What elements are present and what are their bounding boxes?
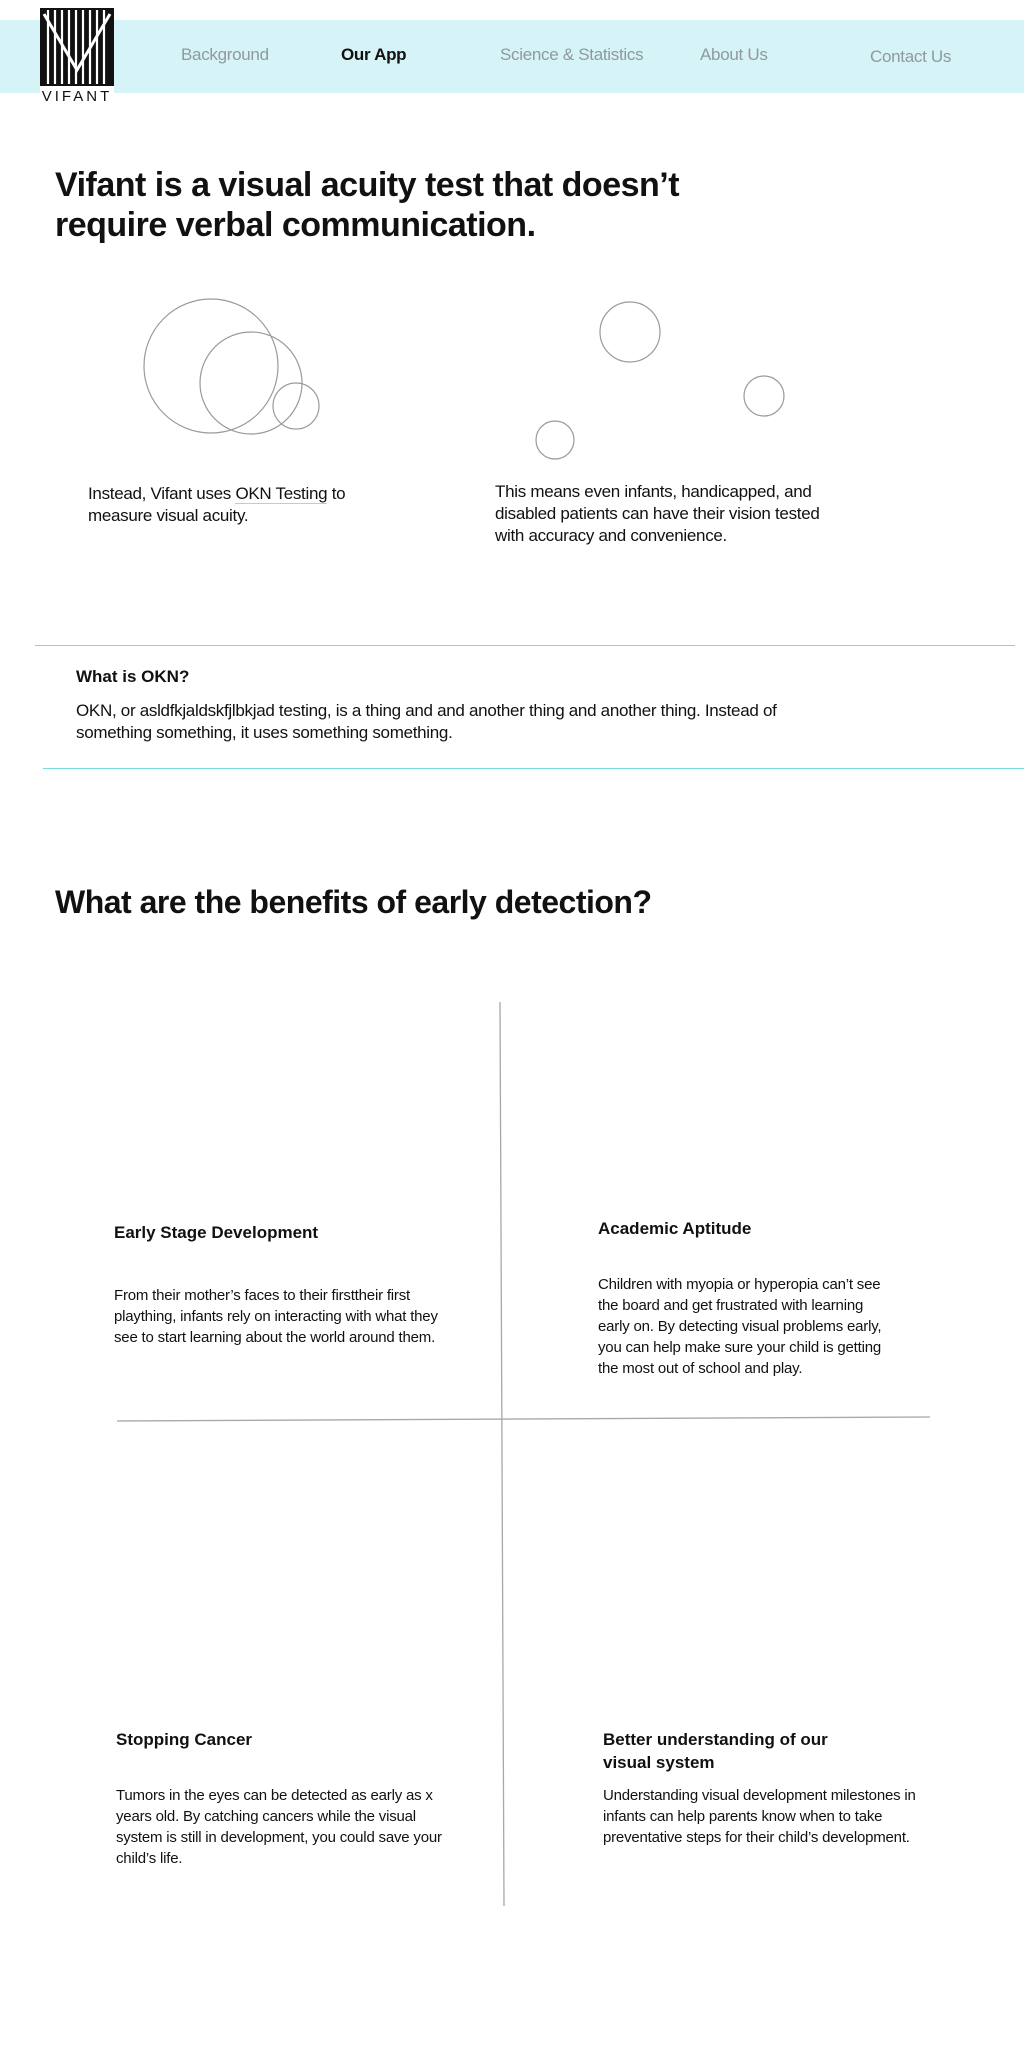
benefit-title-cancer: Stopping Cancer — [116, 1730, 253, 1749]
quadrant-horizontal-line — [116, 1416, 931, 1422]
benefit-title-academic: Academic Aptitude — [598, 1219, 752, 1238]
quadrant-vertical-line — [499, 1001, 505, 1907]
benefit-text-early-stage: From their mother’s faces to their first… — [114, 1287, 438, 1346]
quadrant-dividers — [116, 1001, 931, 1907]
benefit-title-visual-system: Better understanding of our visual syste… — [603, 1730, 828, 1772]
benefit-title-early-stage: Early Stage Development — [114, 1223, 319, 1242]
benefit-text-cancer: Tumors in the eyes can be detected as ea… — [116, 1787, 442, 1867]
benefit-text-visual-system: Understanding visual development milesto… — [603, 1787, 916, 1846]
benefit-text-academic: Children with myopia or hyperopia can’t … — [598, 1276, 882, 1377]
